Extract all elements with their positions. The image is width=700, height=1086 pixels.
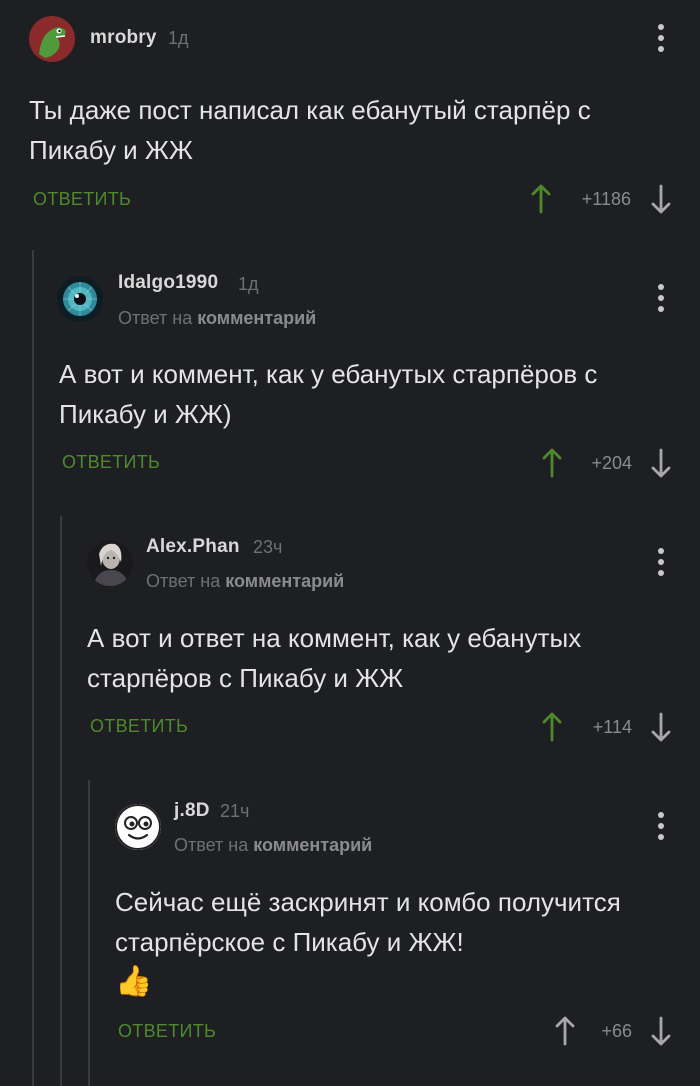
rating-value: +66 — [601, 1021, 632, 1041]
more-options-icon[interactable] — [657, 548, 665, 576]
dinosaur-avatar[interactable] — [29, 16, 75, 62]
more-options-icon[interactable] — [657, 812, 665, 840]
rating-value: +204 — [591, 453, 632, 473]
comment-username[interactable]: j.8D — [174, 800, 210, 822]
comment-text: Ты даже пост написал как ебанутый старпё… — [29, 95, 591, 165]
comment-time: 23ч — [253, 537, 283, 557]
reply-target-link[interactable]: комментарий — [225, 571, 344, 591]
upvote-arrow-icon[interactable] — [530, 184, 552, 214]
comment-text-body: Сейчас ещё заскринят и комбо получится с… — [115, 887, 621, 957]
comment-username[interactable]: Alex.Phan — [146, 536, 240, 558]
upvote-arrow-icon[interactable] — [541, 712, 563, 742]
comment-text: Сейчас ещё заскринят и комбо получится с… — [115, 882, 675, 1002]
eye-avatar[interactable] — [57, 276, 103, 322]
comment-text: А вот и коммент, как у ебанутых старпёро… — [59, 359, 598, 429]
comment-time: 21ч — [220, 801, 250, 821]
rating-value: +114 — [592, 717, 632, 737]
comment-text: А вот и ответ на коммент, как у ебанутых… — [87, 623, 582, 693]
comment-time: 1д — [168, 28, 189, 48]
comment-username[interactable]: Idalgo1990 — [118, 272, 218, 294]
thread-line-level-1 — [32, 250, 34, 1086]
reply-to-label: Ответ на комментарий — [174, 835, 372, 856]
comment-time: 1д — [238, 274, 259, 294]
reply-prefix: Ответ на — [118, 308, 193, 328]
downvote-arrow-icon[interactable] — [650, 1016, 672, 1046]
thread-line-level-3 — [88, 780, 90, 1086]
reply-prefix: Ответ на — [174, 835, 249, 855]
reply-prefix: Ответ на — [146, 571, 221, 591]
reply-button[interactable]: ОТВЕТИТЬ — [90, 716, 188, 737]
more-options-icon[interactable] — [657, 284, 665, 312]
thumbs-up-emoji-icon: 👍 — [115, 965, 153, 998]
thread-line-level-2 — [60, 516, 62, 1086]
smiley-avatar[interactable] — [115, 804, 161, 850]
downvote-arrow-icon[interactable] — [650, 184, 672, 214]
reply-button[interactable]: ОТВЕТИТЬ — [33, 189, 131, 210]
upvote-arrow-icon[interactable] — [541, 448, 563, 478]
reply-button[interactable]: ОТВЕТИТЬ — [62, 452, 160, 473]
reply-target-link[interactable]: комментарий — [197, 308, 316, 328]
reply-to-label: Ответ на комментарий — [146, 571, 344, 592]
more-options-icon[interactable] — [657, 24, 665, 52]
portrait-avatar[interactable] — [87, 540, 133, 586]
rating-value: +1186 — [581, 189, 631, 209]
downvote-arrow-icon[interactable] — [650, 448, 672, 478]
downvote-arrow-icon[interactable] — [650, 712, 672, 742]
comment-username[interactable]: mrobry — [90, 27, 157, 49]
reply-button[interactable]: ОТВЕТИТЬ — [118, 1021, 216, 1042]
reply-target-link[interactable]: комментарий — [253, 835, 372, 855]
reply-to-label: Ответ на комментарий — [118, 308, 316, 329]
